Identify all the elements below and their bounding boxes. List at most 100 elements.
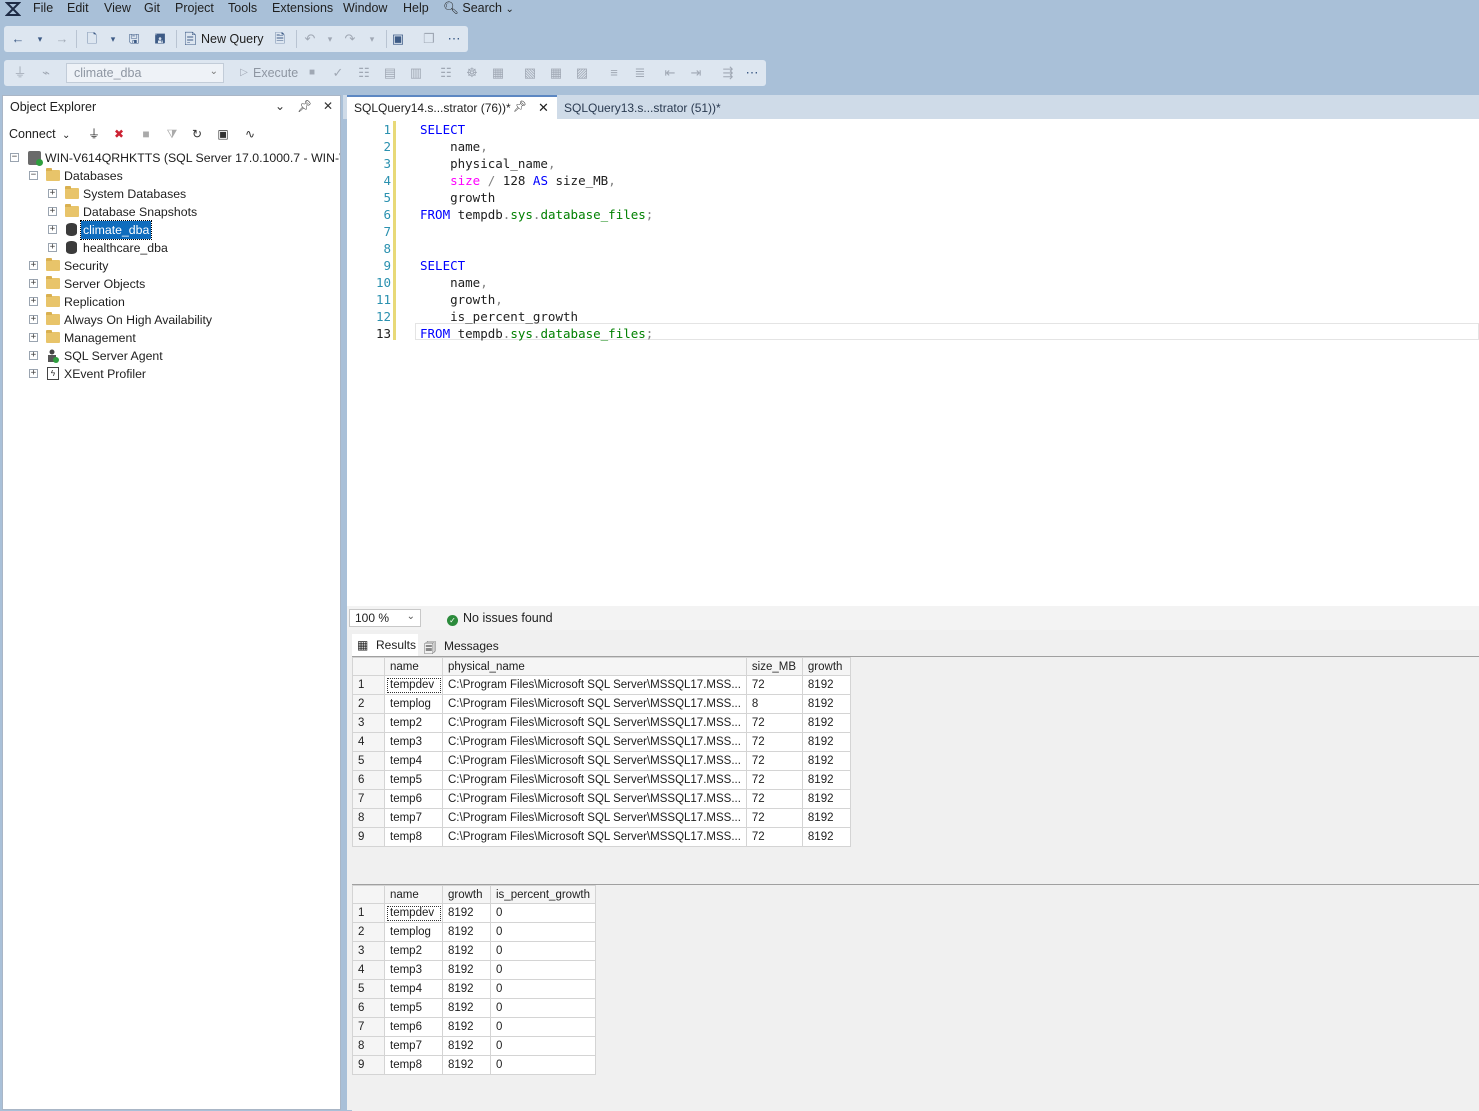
available-databases-select[interactable]: climate_dba ⌄: [66, 63, 224, 83]
code-area[interactable]: SELECT name, physical_name, size / 128 A…: [368, 119, 1479, 606]
grid-cell[interactable]: 72: [745, 751, 803, 771]
summary-icon[interactable]: ▣: [216, 127, 230, 141]
grid-cell[interactable]: temp3: [384, 732, 443, 752]
chevron-down-icon[interactable]: ⌄: [273, 99, 287, 113]
row-number-cell[interactable]: 6: [352, 770, 385, 790]
row-number-cell[interactable]: 4: [352, 960, 385, 980]
grid-cell[interactable]: 8192: [801, 713, 851, 733]
row-number-cell[interactable]: 9: [352, 827, 385, 847]
search-menu[interactable]: 🔍︎ Search ⌄: [443, 1, 514, 16]
expand-icon[interactable]: +: [29, 315, 38, 324]
query-options-icon[interactable]: ▤: [382, 65, 398, 81]
row-number-cell[interactable]: 4: [352, 732, 385, 752]
row-number-cell[interactable]: 6: [352, 998, 385, 1018]
grid-cell[interactable]: 72: [745, 770, 803, 790]
grid-cell[interactable]: 8192: [442, 1017, 491, 1037]
grid-corner-cell[interactable]: [352, 657, 385, 676]
grid-cell[interactable]: C:\Program Files\Microsoft SQL Server\MS…: [442, 751, 747, 771]
actual-plan-icon[interactable]: ☷: [438, 65, 454, 81]
grid-cell[interactable]: temp3: [384, 960, 443, 980]
refresh-icon[interactable]: ↻: [190, 127, 204, 141]
grid-cell[interactable]: 8192: [801, 694, 851, 714]
disconnect-icon[interactable]: ✖: [112, 127, 126, 141]
grid-cell[interactable]: C:\Program Files\Microsoft SQL Server\MS…: [442, 694, 747, 714]
menu-git[interactable]: Git: [144, 1, 160, 15]
grid-cell[interactable]: temp5: [384, 770, 443, 790]
back-icon[interactable]: ←: [10, 31, 26, 47]
comment-icon[interactable]: ≡: [606, 65, 622, 81]
grid-cell[interactable]: tempdev: [384, 903, 443, 923]
expand-icon[interactable]: +: [29, 369, 38, 378]
grid-cell[interactable]: 72: [745, 713, 803, 733]
connect-plug-icon[interactable]: ⏚: [87, 127, 101, 141]
grid-cell[interactable]: temp8: [384, 1055, 443, 1075]
column-header-is-percent-growth[interactable]: is_percent_growth: [490, 885, 596, 904]
grid-cell[interactable]: C:\Program Files\Microsoft SQL Server\MS…: [442, 808, 747, 828]
grid-cell[interactable]: 0: [490, 941, 596, 961]
results-to-text-icon[interactable]: ▧: [522, 65, 538, 81]
save-all-icon[interactable]: 🖪︎: [152, 31, 168, 47]
column-header-size-mb[interactable]: size_MB: [745, 657, 803, 676]
grid-cell[interactable]: C:\Program Files\Microsoft SQL Server\MS…: [442, 770, 747, 790]
forward-icon[interactable]: →: [54, 31, 70, 47]
row-number-cell[interactable]: 2: [352, 922, 385, 942]
expand-icon[interactable]: +: [48, 189, 57, 198]
tab-results[interactable]: ▦ Results: [352, 634, 418, 656]
row-number-cell[interactable]: 9: [352, 1055, 385, 1075]
estimated-plan-icon[interactable]: ☷: [356, 65, 372, 81]
activity-icon[interactable]: ∿: [243, 127, 257, 141]
grid-cell[interactable]: 0: [490, 998, 596, 1018]
connect-button[interactable]: Connect ⌄: [9, 127, 70, 141]
menu-edit[interactable]: Edit: [67, 1, 89, 15]
grid-cell[interactable]: C:\Program Files\Microsoft SQL Server\MS…: [442, 713, 747, 733]
intellisense-icon[interactable]: ▥: [408, 65, 424, 81]
grid-cell[interactable]: templog: [384, 922, 443, 942]
activity-monitor-icon[interactable]: ▣: [390, 31, 406, 47]
specify-values-icon[interactable]: ⇶: [720, 65, 736, 81]
stop-icon[interactable]: ■: [139, 127, 153, 141]
grid-cell[interactable]: 8192: [801, 808, 851, 828]
expand-icon[interactable]: +: [48, 243, 57, 252]
query-editor[interactable]: 1 2 3 4 5 6 7 8 9 10 11 12 13 SELECT nam…: [347, 119, 1479, 606]
tab-sqlquery13[interactable]: SQLQuery13.s...strator (51))*: [558, 97, 728, 119]
grid-cell[interactable]: 8192: [442, 941, 491, 961]
row-number-cell[interactable]: 2: [352, 694, 385, 714]
grid-cell[interactable]: 0: [490, 960, 596, 980]
expand-icon[interactable]: +: [29, 333, 38, 342]
grid-cell[interactable]: 8192: [442, 1036, 491, 1056]
grid-cell[interactable]: 0: [490, 922, 596, 942]
grid-cell[interactable]: 0: [490, 1055, 596, 1075]
new-query-button[interactable]: New Query: [201, 32, 264, 46]
menu-help[interactable]: Help: [403, 1, 429, 15]
grid-cell[interactable]: 8192: [801, 751, 851, 771]
grid-cell[interactable]: 72: [745, 789, 803, 809]
redo-icon[interactable]: ↷: [342, 31, 358, 47]
uncomment-icon[interactable]: ≣: [632, 65, 648, 81]
column-header-growth[interactable]: growth: [801, 657, 851, 676]
grid-corner-cell[interactable]: [352, 885, 385, 904]
grid-cell[interactable]: 8192: [442, 960, 491, 980]
grid-cell[interactable]: C:\Program Files\Microsoft SQL Server\MS…: [442, 675, 747, 695]
redo-dropdown-icon[interactable]: ▾: [364, 31, 380, 47]
grid-cell[interactable]: 0: [490, 979, 596, 999]
grid-cell[interactable]: 8192: [801, 827, 851, 847]
grid-cell[interactable]: 8192: [442, 998, 491, 1018]
grid-cell[interactable]: temp4: [384, 751, 443, 771]
tree-node-server[interactable]: − WIN-V614QRHKTTS (SQL Server 17.0.1000.…: [3, 149, 340, 167]
grid-cell[interactable]: 8192: [442, 1055, 491, 1075]
grid-cell[interactable]: 72: [745, 808, 803, 828]
parse-icon[interactable]: ✓: [330, 65, 346, 81]
column-header-name[interactable]: name: [384, 657, 443, 676]
decrease-indent-icon[interactable]: ⇤: [662, 65, 678, 81]
grid-cell[interactable]: C:\Program Files\Microsoft SQL Server\MS…: [442, 789, 747, 809]
row-number-cell[interactable]: 5: [352, 751, 385, 771]
undo-icon[interactable]: ↶: [302, 31, 318, 47]
menu-project[interactable]: Project: [175, 1, 214, 15]
tab-sqlquery14[interactable]: SQLQuery14.s...strator (76))* 📌︎ ✕: [347, 95, 557, 119]
row-number-cell[interactable]: 7: [352, 789, 385, 809]
grid-cell[interactable]: temp5: [384, 998, 443, 1018]
expand-icon[interactable]: +: [48, 225, 57, 234]
grid-cell[interactable]: 8: [745, 694, 803, 714]
change-connection-icon[interactable]: ⌁: [38, 65, 54, 81]
new-item-icon[interactable]: 🗋︎: [84, 31, 100, 47]
